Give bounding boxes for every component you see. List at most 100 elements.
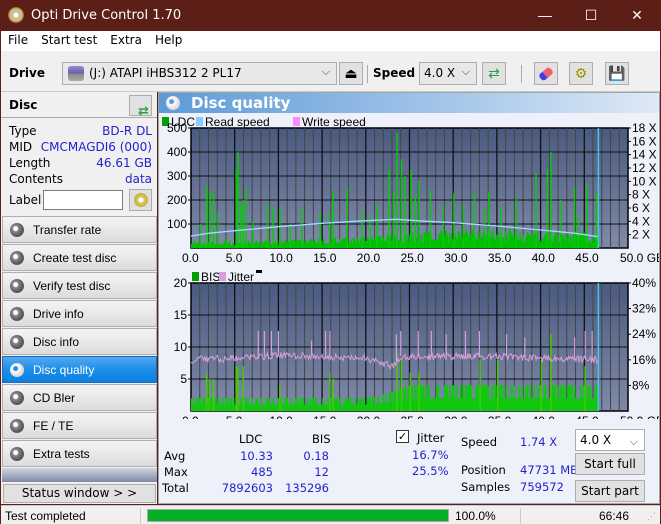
disc-title: Disc bbox=[9, 98, 38, 112]
nav-fe-te[interactable]: FE / TE bbox=[2, 412, 157, 439]
stats-total-bis: 135296 bbox=[285, 481, 329, 495]
x-tick-label: 10.0 bbox=[269, 251, 293, 265]
status-window-button[interactable]: Status window > > bbox=[3, 484, 156, 503]
nav-transfer-rate[interactable]: Transfer rate bbox=[2, 216, 157, 243]
y-right-tick-label: 10 X bbox=[632, 174, 657, 188]
bis-spike bbox=[409, 372, 411, 411]
ldc-spike bbox=[473, 192, 475, 248]
ldc-spike bbox=[252, 221, 254, 248]
test-speed-select[interactable]: 4.0 X ⌵ bbox=[575, 429, 645, 451]
y-left-tick-label: 500 bbox=[167, 121, 187, 135]
window-title: Opti Drive Control 1.70 bbox=[31, 8, 182, 23]
nav-create-test-disc[interactable]: Create test disc bbox=[2, 244, 157, 271]
start-full-button[interactable]: Start full bbox=[575, 453, 645, 475]
erase-button[interactable] bbox=[534, 62, 558, 85]
ldc-spike bbox=[442, 204, 445, 248]
y-left-tick-label: 5 bbox=[180, 372, 187, 386]
progress-fill bbox=[148, 510, 448, 521]
refresh-button[interactable]: ⇄ bbox=[482, 62, 506, 85]
x-tick-label: 25.0 bbox=[401, 251, 425, 265]
y-right-tick-label: 32% bbox=[632, 302, 656, 316]
cd-bler-icon bbox=[10, 391, 24, 405]
y-right-tick-label: 40% bbox=[632, 276, 656, 290]
disc-label-input[interactable] bbox=[43, 190, 123, 210]
bis-spike bbox=[205, 372, 208, 411]
menu-help[interactable]: Help bbox=[148, 31, 188, 47]
toolbar: Drive (J:) ATAPI iHBS312 2 PL17 ⌵ ⏏ Spee… bbox=[1, 51, 660, 92]
minimize-button[interactable]: — bbox=[522, 0, 568, 31]
drive-info-icon bbox=[10, 307, 24, 321]
y-right-tick-label: 24% bbox=[632, 327, 656, 341]
disc-quality-icon bbox=[10, 363, 24, 377]
menu-extra[interactable]: Extra bbox=[103, 31, 148, 47]
x-tick-label: 30.0 bbox=[444, 251, 468, 265]
eject-button[interactable]: ⏏ bbox=[339, 62, 363, 85]
ldc-spike bbox=[418, 180, 420, 248]
start-part-button[interactable]: Start part bbox=[575, 480, 645, 502]
jitter-checkbox[interactable]: ✓ bbox=[396, 430, 409, 443]
x-tick-label: 40.0 bbox=[532, 414, 556, 419]
speed-label: Speed bbox=[461, 435, 498, 449]
x-tick-label: 5.0 bbox=[226, 414, 243, 419]
bis-spike bbox=[242, 366, 244, 411]
ldc-spike bbox=[361, 212, 363, 248]
ldc-spike bbox=[217, 212, 219, 248]
nav-cd-bler[interactable]: CD Bler bbox=[2, 384, 157, 411]
nav-verify-test-disc[interactable]: Verify test disc bbox=[2, 272, 157, 299]
stats-max-jitter: 25.5% bbox=[412, 464, 449, 478]
speed-select[interactable]: 4.0 X ⌵ bbox=[419, 62, 477, 85]
nav-drive-info[interactable]: Drive info bbox=[2, 300, 157, 327]
y-right-tick-label: 12 X bbox=[632, 161, 657, 175]
speed-select-value: 4.0 X bbox=[424, 66, 456, 80]
ldc-spike bbox=[483, 207, 486, 248]
panel-title: Disc quality bbox=[191, 94, 291, 112]
chevron-down-icon: ⌵ bbox=[461, 65, 470, 78]
disc-quality-icon bbox=[166, 96, 180, 110]
ldc-spike bbox=[237, 152, 239, 248]
menu-file[interactable]: File bbox=[1, 31, 34, 47]
disc-type-row: Type BD-R DL bbox=[9, 124, 152, 138]
close-button[interactable]: ✕ bbox=[614, 0, 660, 31]
drive-select[interactable]: (J:) ATAPI iHBS312 2 PL17 ⌵ bbox=[62, 62, 337, 85]
disc-refresh-button[interactable]: ⇄ bbox=[129, 95, 152, 119]
x-tick-label: 45.0 bbox=[575, 251, 599, 265]
nav-extra-tests[interactable]: Extra tests bbox=[2, 440, 157, 467]
resize-grip-icon[interactable]: ⋰ bbox=[647, 511, 656, 522]
ldc-spike bbox=[550, 152, 552, 248]
settings-button[interactable]: ⚙ bbox=[569, 62, 593, 85]
bis-spike bbox=[540, 359, 542, 411]
test-speed-value: 4.0 X bbox=[580, 433, 612, 447]
create-disc-icon bbox=[10, 251, 24, 265]
maximize-button[interactable]: ☐ bbox=[568, 0, 614, 31]
refresh-icon: ⇄ bbox=[488, 65, 500, 81]
bis-spike bbox=[584, 366, 586, 411]
drive-icon bbox=[68, 66, 84, 81]
ldc-spike bbox=[453, 192, 455, 248]
chevron-down-icon: ⌵ bbox=[321, 65, 330, 78]
save-button[interactable]: 💾 bbox=[605, 62, 629, 85]
nav-disc-quality[interactable]: Disc quality bbox=[2, 356, 157, 383]
legend-read-speed: Read speed bbox=[205, 115, 270, 129]
ldc-spike bbox=[396, 132, 398, 248]
x-tick-label: 25.0 bbox=[401, 414, 425, 419]
title-bar: Opti Drive Control 1.70 — ☐ ✕ bbox=[0, 0, 661, 31]
ldc-spike bbox=[289, 224, 292, 248]
disc-mid-row: MID CMCMAGDI6 (000) bbox=[9, 140, 152, 154]
speed-value: 1.74 X bbox=[520, 435, 558, 449]
ldc-spike bbox=[212, 192, 215, 248]
nav-disc-info[interactable]: Disc info bbox=[2, 328, 157, 355]
disc-label-button[interactable] bbox=[129, 189, 152, 211]
bis-spike bbox=[418, 372, 420, 411]
disc-length-key: Length bbox=[9, 156, 51, 170]
disc-contents-row: Contents data bbox=[9, 172, 152, 186]
disc-length-row: Length 46.61 GB bbox=[9, 156, 152, 170]
app-icon bbox=[8, 7, 24, 23]
ldc-spike bbox=[577, 214, 579, 248]
disc-contents-key: Contents bbox=[9, 172, 63, 186]
settings-icon: ⚙ bbox=[574, 65, 588, 81]
disc-mid-value: CMCMAGDI6 (000) bbox=[40, 140, 152, 154]
status-bar: Test completed 100.0% 66:46 ⋰ bbox=[1, 505, 660, 524]
legend-read-speed-swatch bbox=[196, 117, 203, 126]
nav-label: Disc info bbox=[33, 335, 80, 349]
menu-start-test[interactable]: Start test bbox=[34, 31, 103, 47]
